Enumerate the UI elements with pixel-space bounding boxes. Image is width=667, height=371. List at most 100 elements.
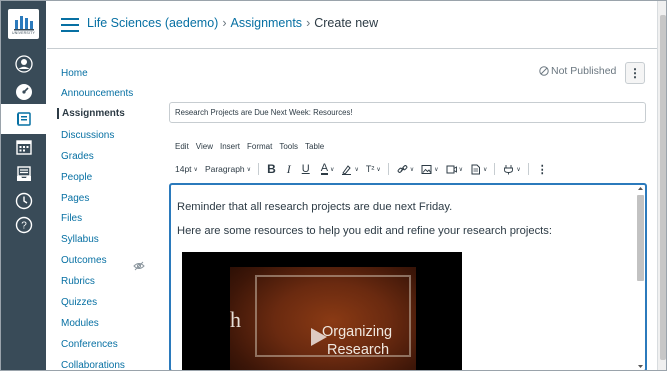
video-title-line: Organizing (322, 324, 393, 340)
italic-button[interactable]: I (287, 162, 291, 177)
breadcrumb-course-link[interactable]: Life Sciences (aedemo) (87, 16, 218, 30)
document-icon (471, 164, 480, 174)
page-scrollbar[interactable] (657, 1, 666, 370)
course-nav-pages[interactable]: Pages (61, 193, 89, 204)
course-nav-conferences[interactable]: Conferences (61, 339, 118, 350)
main-content: Not Published ⋮ Research Projects are Du… (165, 49, 657, 370)
image-button[interactable]: ∨ (421, 164, 439, 175)
course-nav-quizzes[interactable]: Quizzes (61, 297, 97, 308)
logo-building-icon (13, 16, 34, 31)
link-button[interactable]: ∨ (397, 164, 414, 175)
chevron-down-icon: ∨ (409, 166, 415, 173)
chevron-down-icon: ∨ (434, 166, 439, 173)
breadcrumb-current: Create new (314, 16, 379, 30)
menu-insert[interactable]: Insert (220, 142, 240, 151)
link-icon (397, 164, 408, 173)
toolbar-divider (527, 163, 529, 175)
menu-format[interactable]: Format (247, 142, 272, 151)
highlight-color-button[interactable]: ∨ (341, 164, 359, 175)
course-nav-syllabus[interactable]: Syllabus (61, 234, 99, 245)
media-button[interactable]: ∨ (446, 164, 463, 175)
plug-icon (504, 164, 514, 174)
course-nav-grades[interactable]: Grades (61, 151, 94, 162)
global-nav-courses[interactable] (1, 104, 46, 134)
image-icon (421, 164, 432, 174)
toolbar-divider (387, 163, 389, 175)
chevron-down-icon: ∨ (516, 166, 521, 173)
chevron-down-icon: ∨ (354, 166, 359, 173)
hidden-eye-icon (133, 258, 145, 276)
course-nav-modules[interactable]: Modules (61, 318, 99, 329)
course-nav-rubrics[interactable]: Rubrics (61, 276, 95, 287)
editor-toolbar: 14pt∨ Paragraph∨ B I U A∨ ∨ T²∨ ∨ ∨ (175, 162, 555, 177)
clock-icon (15, 192, 32, 210)
course-nav-home[interactable]: Home (61, 68, 88, 79)
toolbar-divider (258, 163, 260, 175)
video-graphic-letter: h (230, 307, 241, 332)
text-color-icon: A (320, 162, 329, 175)
user-circle-icon (14, 55, 33, 73)
calendar-icon (15, 140, 32, 155)
question-icon: ? (15, 216, 32, 234)
toolbar-divider (494, 163, 496, 175)
media-icon (446, 165, 457, 173)
document-button[interactable]: ∨ (470, 164, 487, 175)
global-nav: UNIVERSITY ? (1, 1, 46, 370)
bold-button[interactable]: B (267, 162, 276, 176)
block-format-dropdown[interactable]: Paragraph ∨ (205, 164, 251, 174)
editor-scrollbar[interactable] (637, 186, 644, 369)
menu-view[interactable]: View (196, 142, 213, 151)
chevron-down-icon: ∨ (458, 166, 463, 173)
page-scroll-thumb[interactable] (660, 15, 666, 360)
editor-scroll-thumb[interactable] (637, 195, 644, 281)
scroll-up-icon[interactable] (637, 186, 644, 191)
font-size-value: 14pt (175, 164, 192, 174)
hamburger-menu-button[interactable] (61, 18, 79, 32)
menu-tools[interactable]: Tools (279, 142, 298, 151)
course-nav-discussions[interactable]: Discussions (61, 130, 114, 141)
chevron-down-icon: ∨ (330, 166, 335, 173)
apps-button[interactable]: ∨ (503, 164, 521, 175)
toolbar-more-button[interactable]: ⋮ (537, 163, 548, 176)
global-nav-help[interactable]: ? (1, 210, 46, 240)
course-nav-files[interactable]: Files (61, 213, 82, 224)
assignment-title-input[interactable]: Research Projects are Due Next Week: Res… (169, 102, 646, 123)
publish-status-label: Not Published (551, 65, 617, 77)
underline-button[interactable]: U (302, 163, 310, 175)
superscript-button[interactable]: T² ∨ (366, 164, 381, 174)
editor-menubar: Edit View Insert Format Tools Table (175, 142, 324, 151)
breadcrumb-assignments-link[interactable]: Assignments (231, 16, 303, 30)
more-options-button[interactable]: ⋮ (625, 62, 645, 84)
course-nav-outcomes[interactable]: Outcomes (61, 255, 107, 266)
menu-table[interactable]: Table (305, 142, 324, 151)
global-nav-dashboard[interactable] (1, 77, 46, 107)
text-color-button[interactable]: A ∨ (320, 162, 335, 175)
institution-logo[interactable]: UNIVERSITY (8, 9, 39, 39)
book-icon (16, 112, 31, 126)
menu-edit[interactable]: Edit (175, 142, 189, 151)
superscript-icon: T² (365, 164, 375, 174)
course-nav-people[interactable]: People (61, 172, 92, 183)
breadcrumb-separator: › (306, 16, 311, 30)
embedded-video[interactable]: h Organizing Research (182, 252, 462, 370)
global-nav-inbox[interactable] (1, 159, 46, 189)
editor-paragraph: Reminder that all research projects are … (177, 201, 453, 213)
font-size-dropdown[interactable]: 14pt ∨ (175, 164, 198, 174)
highlighter-icon (342, 164, 352, 175)
rich-content-editor[interactable]: Reminder that all research projects are … (169, 183, 647, 370)
global-nav-account[interactable] (1, 49, 46, 79)
scroll-down-icon[interactable] (637, 364, 644, 369)
chevron-down-icon: ∨ (246, 166, 252, 173)
chevron-down-icon: ∨ (376, 166, 381, 173)
editor-paragraph: Here are some resources to help you edit… (177, 225, 552, 237)
publish-status: Not Published (539, 65, 616, 77)
logo-text: UNIVERSITY (11, 31, 35, 35)
svg-text:?: ? (21, 221, 27, 232)
course-nav-announcements[interactable]: Announcements (61, 88, 133, 99)
breadcrumb: Life Sciences (aedemo) › Assignments › Creat… (87, 16, 378, 30)
global-nav-calendar[interactable] (1, 132, 46, 162)
course-nav-assignments[interactable]: Assignments (57, 108, 125, 119)
page-header: Life Sciences (aedemo) › Assignments › Creat… (47, 1, 657, 49)
course-nav-collaborations[interactable]: Collaborations (61, 360, 125, 370)
chevron-down-icon: ∨ (193, 166, 198, 173)
